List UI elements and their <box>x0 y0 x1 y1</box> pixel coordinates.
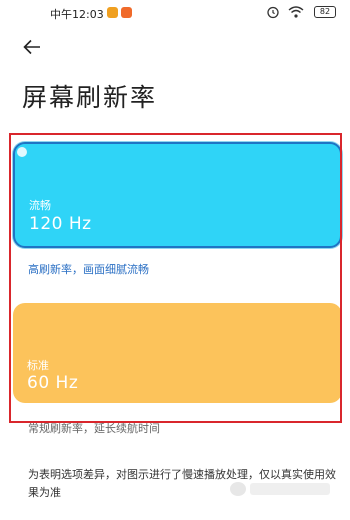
option-name: 标准 <box>27 359 49 372</box>
status-time: 中午12:03 <box>50 8 104 21</box>
option-description: 常规刷新率，延长续航时间 <box>28 422 160 435</box>
status-bar: 中午12:03 82 <box>0 0 350 26</box>
back-button[interactable] <box>22 38 42 56</box>
option-rate: 60 Hz <box>27 373 79 393</box>
page-title: 屏幕刷新率 <box>22 83 158 112</box>
selected-indicator <box>17 147 27 157</box>
wifi-icon <box>288 6 304 18</box>
footnote-text: 为表明选项差异，对图示进行了慢速播放处理，仅以真实使用效果为准 <box>28 468 336 499</box>
status-icons: 82 <box>256 5 336 21</box>
option-description: 高刷新率，画面细腻流畅 <box>28 263 149 276</box>
refresh-option-standard-card[interactable]: 标准 60 Hz <box>13 303 342 403</box>
notification-app-icon <box>107 7 118 18</box>
notification-app-icon <box>121 7 132 18</box>
refresh-option-smooth-card[interactable]: 流畅 120 Hz <box>13 142 342 248</box>
option-name: 流畅 <box>29 199 51 212</box>
battery-icon: 82 <box>314 6 336 18</box>
option-rate: 120 Hz <box>29 214 92 234</box>
alarm-icon <box>267 6 279 19</box>
back-arrow-icon <box>23 39 40 55</box>
